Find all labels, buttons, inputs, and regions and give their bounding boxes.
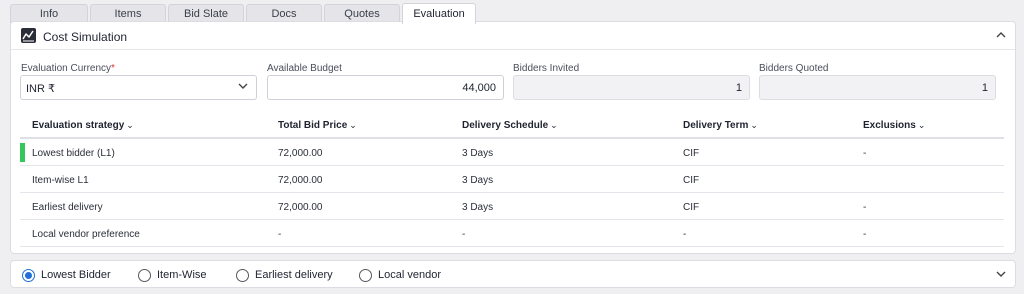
chevron-down-icon: ⌄	[126, 120, 134, 130]
radio-unchecked-icon	[236, 268, 249, 282]
table-header: Evaluation strategy ⌄ Total Bid Price ⌄ De…	[20, 112, 1004, 139]
table-row[interactable]: Earliest delivery 72,000.00 3 Days CIF -	[20, 193, 1004, 220]
chevron-down-icon: ⌄	[750, 120, 758, 130]
radio-unchecked-icon	[138, 268, 151, 282]
radio-checked-icon	[22, 268, 35, 282]
currency-select[interactable]: INR ₹	[20, 75, 257, 100]
invited-field: 1	[513, 75, 750, 100]
quoted-label: Bidders Quoted	[759, 63, 829, 74]
chevron-down-icon: ⌄	[550, 120, 558, 130]
budget-value: 44,000	[462, 82, 496, 94]
header-term[interactable]: Delivery Term ⌄	[683, 120, 758, 131]
table-row[interactable]: Item-wise L1 72,000.00 3 Days CIF	[20, 166, 1004, 193]
header-exclusions[interactable]: Exclusions ⌄	[863, 120, 925, 131]
invited-label: Bidders Invited	[513, 63, 580, 74]
tab-evaluation[interactable]: Evaluation	[402, 3, 476, 24]
header-schedule[interactable]: Delivery Schedule ⌄	[462, 120, 558, 131]
radio-lowest-bidder[interactable]: Lowest Bidder	[22, 268, 111, 282]
chevron-down-icon: ⌄	[349, 120, 357, 130]
chevron-up-icon[interactable]	[996, 28, 1006, 42]
radio-local-vendor[interactable]: Local vendor	[359, 268, 441, 282]
selected-row-marker	[20, 143, 25, 162]
header-strategy[interactable]: Evaluation strategy ⌄	[32, 120, 134, 131]
table-row[interactable]: Local vendor preference - - - -	[20, 220, 1004, 247]
budget-label: Available Budget	[267, 63, 342, 74]
chevron-down-icon: ⌄	[917, 120, 926, 130]
quoted-value: 1	[981, 82, 988, 94]
strategy-radio-bar: Lowest Bidder Item-Wise Earliest deliver…	[10, 260, 1016, 288]
radio-unchecked-icon	[359, 268, 372, 282]
tab-bar: Info Items Bid Slate Docs Quotes Evaluat…	[10, 3, 478, 24]
header-price[interactable]: Total Bid Price ⌄	[278, 120, 357, 131]
cost-simulation-panel: Cost Simulation Evaluation Currency* INR…	[10, 21, 1016, 254]
chevron-down-icon	[238, 81, 248, 93]
table-row[interactable]: Lowest bidder (L1) 72,000.00 3 Days CIF …	[20, 139, 1004, 166]
currency-label: Evaluation Currency*	[21, 63, 115, 74]
currency-value: INR ₹	[26, 83, 55, 95]
invited-value: 1	[735, 82, 742, 94]
chevron-down-icon[interactable]	[996, 267, 1006, 281]
radio-earliest-delivery[interactable]: Earliest delivery	[236, 268, 333, 282]
budget-field[interactable]: 44,000	[267, 75, 504, 100]
radio-item-wise[interactable]: Item-Wise	[138, 268, 207, 282]
chart-line-icon	[21, 28, 36, 43]
panel-title: Cost Simulation	[43, 30, 128, 44]
quoted-field: 1	[759, 75, 996, 100]
panel-header: Cost Simulation	[11, 22, 1015, 50]
